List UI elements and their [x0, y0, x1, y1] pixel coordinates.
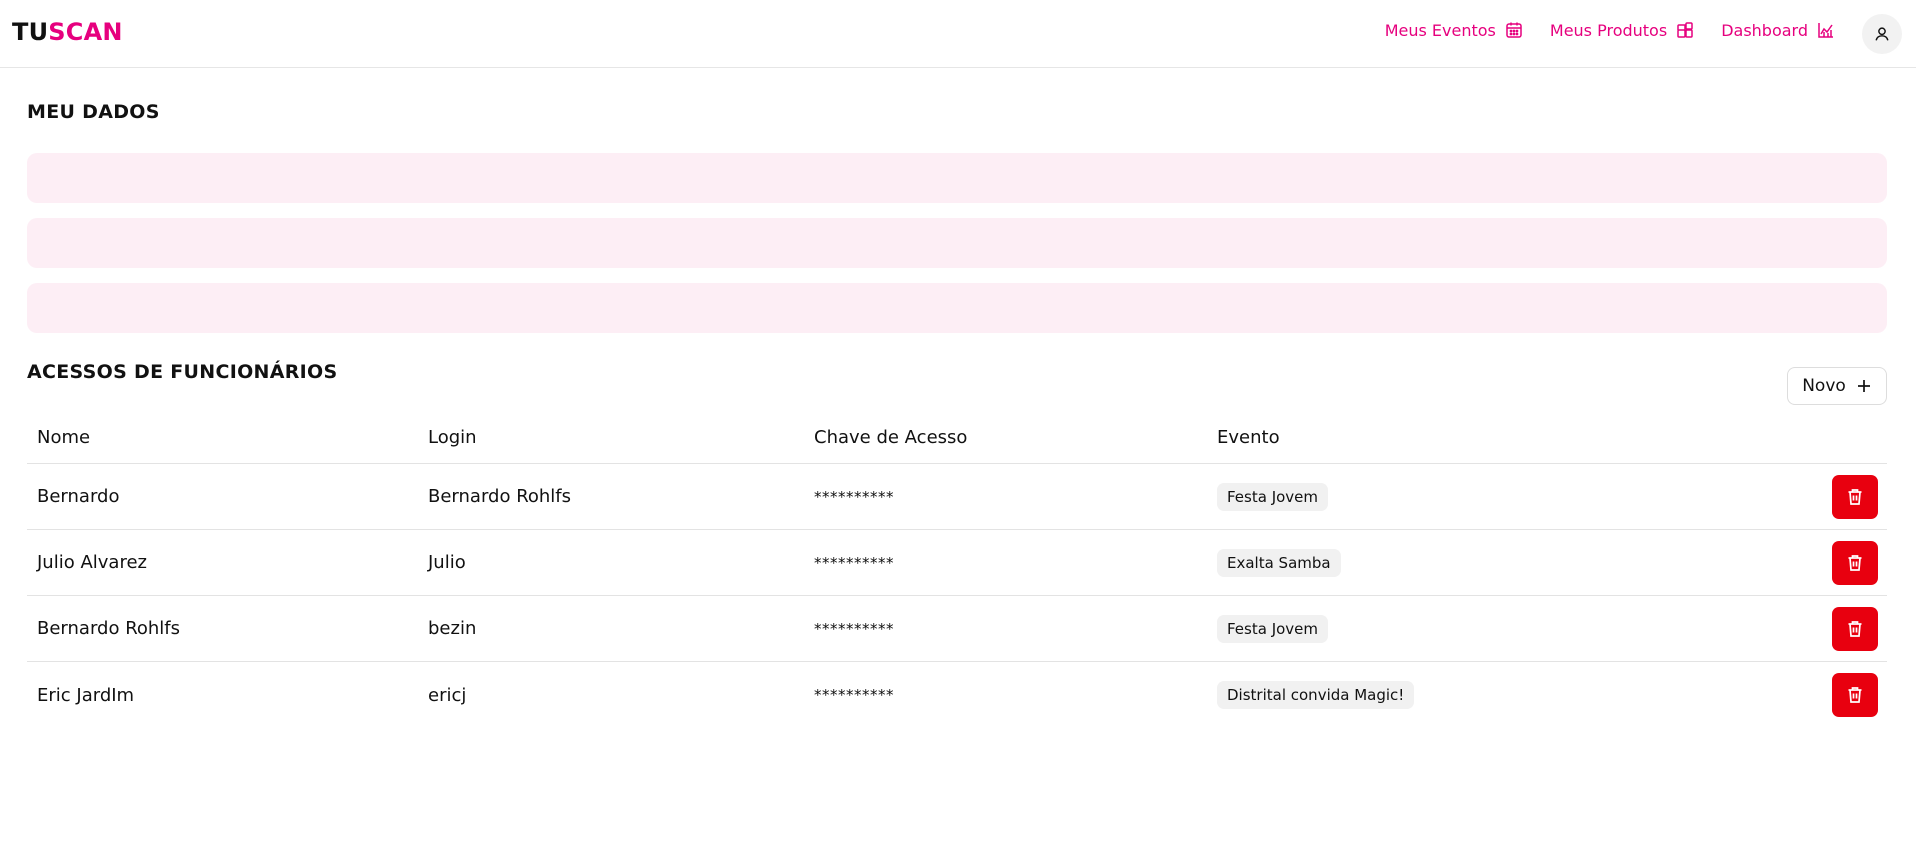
row-nome: Bernardo Rohlfs	[37, 618, 181, 639]
row-login: Bernardo Rohlfs	[428, 486, 572, 507]
row-evento: Distrital convida Magic!	[1217, 662, 1415, 728]
nav-meus-produtos[interactable]: Meus Produtos	[1550, 20, 1695, 40]
table-row: Eric JardIm ericj ********** Distrital c…	[27, 662, 1887, 728]
delete-button[interactable]	[1832, 606, 1878, 651]
row-actions	[1832, 530, 1878, 595]
row-actions	[1832, 596, 1878, 661]
evento-badge: Festa Jovem	[1217, 614, 1329, 643]
row-nome: Eric JardIm	[37, 684, 135, 706]
row-evento: Exalta Samba	[1217, 530, 1341, 595]
row-login: ericj	[428, 684, 467, 706]
header-login: Login	[428, 427, 477, 448]
dados-field-placeholder-2	[27, 218, 1887, 268]
evento-badge: Distrital convida Magic!	[1217, 681, 1415, 709]
table-row: Julio Alvarez Julio ********** Exalta Sa…	[27, 530, 1887, 596]
evento-badge: Festa Jovem	[1217, 482, 1329, 511]
row-chave: **********	[814, 686, 894, 704]
table-row: Bernardo Bernardo Rohlfs ********** Fest…	[27, 464, 1887, 530]
dados-field-placeholder-1	[27, 153, 1887, 203]
calendar-icon	[1506, 22, 1522, 38]
nav-meus-produtos-label: Meus Produtos	[1549, 20, 1668, 40]
row-login: bezin	[428, 618, 477, 639]
app-logo[interactable]: TUSCAN	[12, 18, 123, 46]
table-row: Bernardo Rohlfs bezin ********** Festa J…	[27, 596, 1887, 662]
header-nome: Nome	[37, 427, 91, 448]
table-header: Nome Login Chave de Acesso Evento	[27, 412, 1887, 464]
row-nome: Bernardo	[37, 486, 120, 507]
logo-text-tu: TU	[12, 18, 49, 46]
trash-icon	[1848, 554, 1862, 571]
header-chave: Chave de Acesso	[814, 427, 968, 448]
top-navbar: TUSCAN Meus Eventos Meus Produtos Dashbo…	[0, 0, 1916, 68]
grid-plus-icon	[1677, 22, 1693, 38]
row-actions	[1832, 464, 1878, 529]
row-evento: Festa Jovem	[1217, 596, 1329, 661]
nav-meus-eventos-label: Meus Eventos	[1384, 20, 1496, 40]
header-evento: Evento	[1217, 427, 1280, 448]
nav-meus-eventos[interactable]: Meus Eventos	[1385, 20, 1524, 40]
logo-text-scan: SCAN	[48, 18, 123, 46]
user-avatar-button[interactable]	[1862, 14, 1902, 54]
row-evento: Festa Jovem	[1217, 464, 1329, 529]
trash-icon	[1848, 620, 1862, 637]
novo-button-label: Novo	[1802, 376, 1846, 396]
main-nav: Meus Eventos Meus Produtos Dashboard	[1385, 20, 1836, 40]
row-chave: **********	[814, 619, 894, 638]
chart-icon	[1818, 23, 1833, 38]
row-actions	[1832, 662, 1878, 728]
evento-badge: Exalta Samba	[1217, 548, 1341, 577]
dados-field-placeholder-3	[27, 283, 1887, 333]
nav-dashboard[interactable]: Dashboard	[1721, 20, 1836, 40]
delete-button[interactable]	[1832, 474, 1878, 519]
delete-button[interactable]	[1832, 540, 1878, 585]
delete-button[interactable]	[1832, 673, 1878, 717]
row-login: Julio	[428, 552, 466, 573]
acessos-title: ACESSOS DE FUNCIONÁRIOS	[27, 361, 338, 383]
row-chave: **********	[814, 553, 894, 572]
trash-icon	[1848, 687, 1862, 703]
meus-dados-title: MEU DADOS	[27, 101, 160, 123]
user-icon	[1875, 27, 1889, 41]
row-nome: Julio Alvarez	[37, 552, 147, 573]
nav-dashboard-label: Dashboard	[1721, 20, 1808, 40]
novo-button[interactable]: Novo	[1787, 367, 1887, 405]
plus-icon	[1857, 380, 1870, 392]
row-chave: **********	[814, 487, 894, 506]
acessos-table: Nome Login Chave de Acesso Evento Bernar…	[27, 412, 1887, 728]
trash-icon	[1848, 488, 1862, 505]
